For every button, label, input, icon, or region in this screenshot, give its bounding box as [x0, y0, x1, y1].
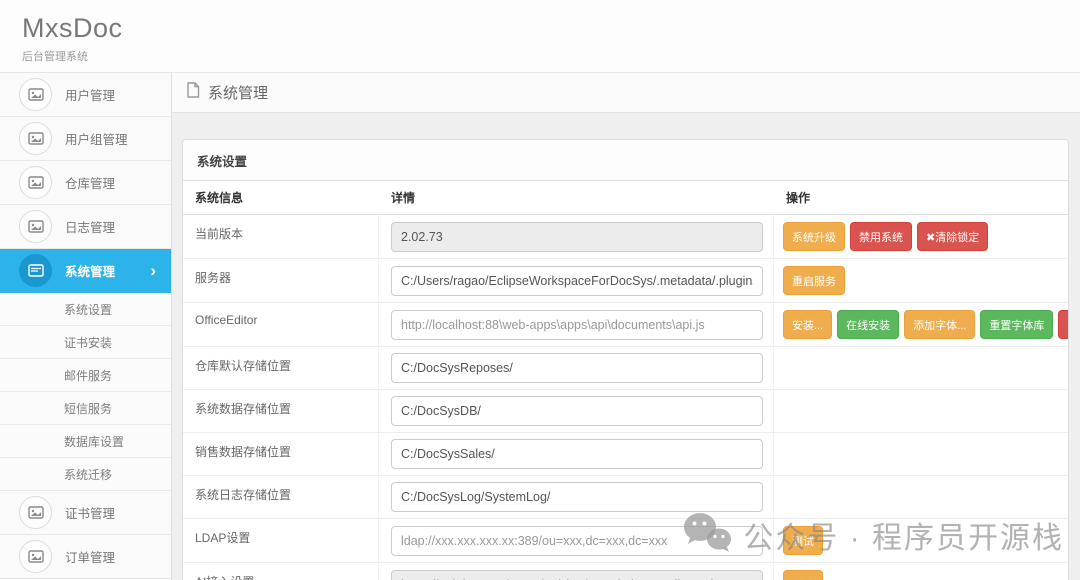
panel-title: 系统设置 [183, 140, 1068, 181]
row-label: 服务器 [183, 259, 379, 302]
table-row: LDAP设置 测试 [183, 519, 1068, 563]
table-row: 销售数据存储位置 [183, 433, 1068, 476]
table-row: 系统日志存储位置 [183, 476, 1068, 519]
sidebar-item-user-management[interactable]: 用户管理 [0, 73, 171, 117]
sidebar-subitem-label: 系统设置 [64, 301, 112, 318]
sidebar-subitem-database-settings[interactable]: 数据库设置 [0, 425, 171, 458]
sidebar-item-log-management[interactable]: 日志管理 [0, 205, 171, 249]
sidebar-subitem-sms-service[interactable]: 短信服务 [0, 392, 171, 425]
table-row: 系统数据存储位置 [183, 390, 1068, 433]
office-editor-input[interactable] [391, 310, 763, 340]
ai-test-button[interactable]: 测试 [783, 570, 823, 580]
chevron-right-icon: › [150, 262, 156, 279]
sidebar-subitem-system-migration[interactable]: 系统迁移 [0, 458, 171, 491]
sidebar-subitem-mail-service[interactable]: 邮件服务 [0, 359, 171, 392]
top-brand-bar: MxsDoc 后台管理系统 [0, 0, 1080, 73]
sidebar-subitem-label: 系统迁移 [64, 466, 112, 483]
sidebar-subitem-label: 数据库设置 [64, 433, 124, 450]
sidebar-item-order-management[interactable]: 订单管理 [0, 535, 171, 579]
table-row: OfficeEditor 安装... 在线安装 添加字体... 重置字体库 禁用 [183, 303, 1068, 347]
add-font-button[interactable]: 添加字体... [904, 310, 975, 339]
ai-api-input [391, 570, 763, 580]
sidebar-subitem-label: 短信服务 [64, 400, 112, 417]
document-icon [186, 82, 200, 103]
sidebar-item-label: 证书管理 [65, 503, 115, 522]
online-install-button[interactable]: 在线安装 [837, 310, 899, 339]
image-icon [19, 122, 52, 155]
row-label: 销售数据存储位置 [183, 433, 379, 475]
sidebar-item-label: 用户组管理 [65, 129, 128, 148]
ldap-input[interactable] [391, 526, 763, 556]
row-label: AI接入设置 [183, 563, 379, 580]
system-data-storage-input[interactable] [391, 396, 763, 426]
sidebar: 用户管理 用户组管理 仓库管理 日志管理 [0, 73, 172, 580]
disable-button[interactable]: 禁用 [1058, 310, 1068, 339]
server-path-input[interactable] [391, 266, 763, 296]
page-title-bar: 系统管理 [172, 73, 1080, 113]
sidebar-item-system-management[interactable]: 系统管理 › [0, 249, 171, 293]
main-content: 系统管理 系统设置 系统信息 详情 操作 当前版本 系统升级 禁用系统 ✖清除锁… [172, 73, 1080, 580]
row-label: 系统数据存储位置 [183, 390, 379, 432]
sidebar-item-label: 系统管理 [65, 261, 115, 280]
image-icon [19, 254, 52, 287]
restart-service-button[interactable]: 重启服务 [783, 266, 845, 295]
sidebar-subitem-system-settings[interactable]: 系统设置 [0, 293, 171, 326]
sidebar-item-warehouse-management[interactable]: 仓库管理 [0, 161, 171, 205]
table-header: 系统信息 详情 操作 [183, 181, 1068, 215]
sales-data-storage-input[interactable] [391, 439, 763, 469]
row-label: 仓库默认存储位置 [183, 347, 379, 389]
image-icon [19, 540, 52, 573]
row-label: 系统日志存储位置 [183, 476, 379, 518]
image-icon [19, 78, 52, 111]
table-row: 当前版本 系统升级 禁用系统 ✖清除锁定 [183, 215, 1068, 259]
image-icon [19, 166, 52, 199]
column-header-detail: 详情 [379, 181, 774, 214]
app-logo: MxsDoc [22, 13, 1080, 44]
system-log-storage-input[interactable] [391, 482, 763, 512]
row-label: 当前版本 [183, 215, 379, 258]
table-row: AI接入设置 测试 [183, 563, 1068, 580]
reset-font-library-button[interactable]: 重置字体库 [980, 310, 1053, 339]
sidebar-item-label: 仓库管理 [65, 173, 115, 192]
system-upgrade-button[interactable]: 系统升级 [783, 222, 845, 251]
sidebar-item-label: 用户管理 [65, 85, 115, 104]
row-label: OfficeEditor [183, 303, 379, 346]
page-title: 系统管理 [208, 82, 268, 103]
disable-system-button[interactable]: 禁用系统 [850, 222, 912, 251]
ldap-test-button[interactable]: 测试 [783, 526, 823, 555]
image-icon [19, 496, 52, 529]
install-button[interactable]: 安装... [783, 310, 832, 339]
sidebar-item-label: 订单管理 [65, 547, 115, 566]
row-label: LDAP设置 [183, 519, 379, 562]
column-header-actions: 操作 [774, 181, 1068, 214]
repo-storage-input[interactable] [391, 353, 763, 383]
image-icon [19, 210, 52, 243]
table-row: 仓库默认存储位置 [183, 347, 1068, 390]
current-version-input [391, 222, 763, 252]
table-row: 服务器 重启服务 [183, 259, 1068, 303]
sidebar-item-certificate-management[interactable]: 证书管理 [0, 491, 171, 535]
app-window: MxsDoc 后台管理系统 用户管理 用户组管理 仓库管理 [0, 0, 1080, 580]
sidebar-subitem-certificate-install[interactable]: 证书安装 [0, 326, 171, 359]
app-subtitle: 后台管理系统 [22, 48, 1080, 64]
sidebar-subitem-label: 证书安装 [64, 334, 112, 351]
sidebar-item-label: 日志管理 [65, 217, 115, 236]
sidebar-item-user-group-management[interactable]: 用户组管理 [0, 117, 171, 161]
system-settings-panel: 系统设置 系统信息 详情 操作 当前版本 系统升级 禁用系统 ✖清除锁定 [182, 139, 1069, 580]
column-header-system-info: 系统信息 [183, 181, 379, 214]
sidebar-subitem-label: 邮件服务 [64, 367, 112, 384]
clear-lock-button[interactable]: ✖清除锁定 [917, 222, 988, 251]
